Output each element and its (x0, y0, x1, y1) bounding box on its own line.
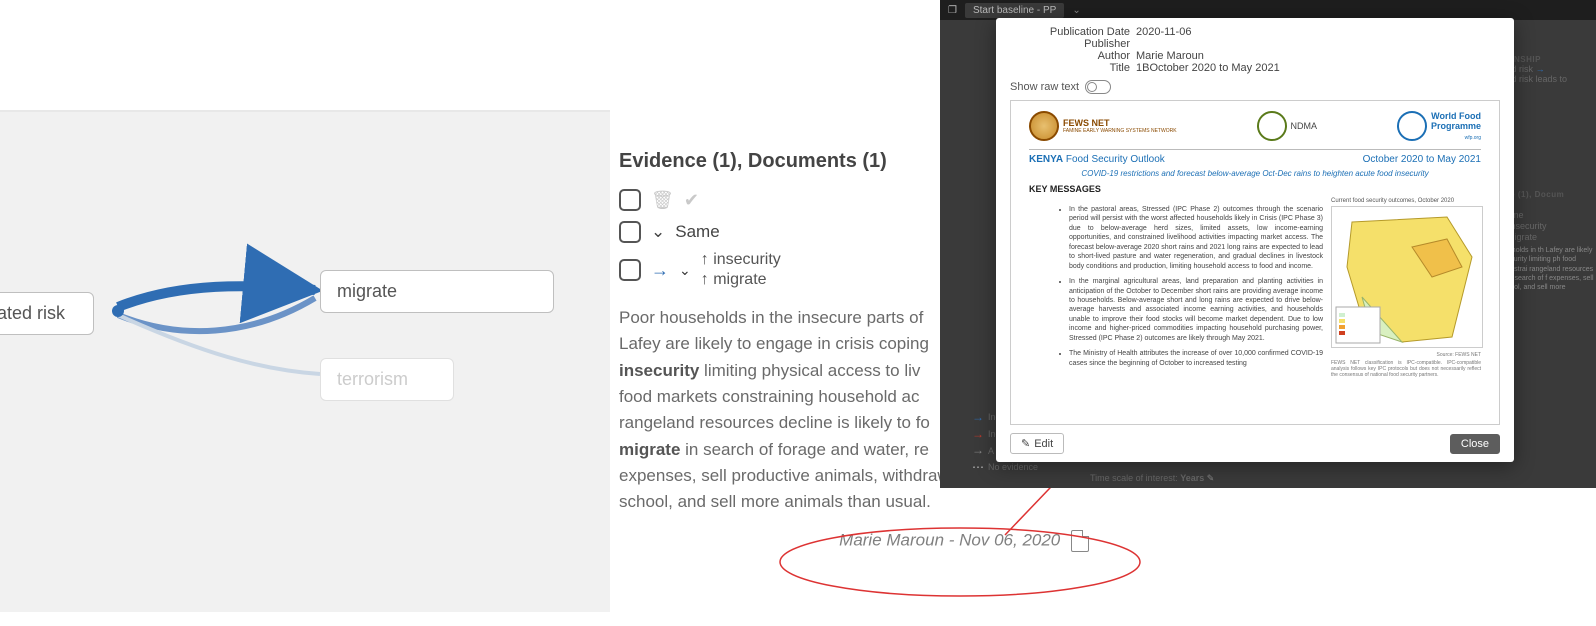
edit-button[interactable]: ✎Edit (1010, 433, 1064, 454)
key-messages-heading: KEY MESSAGES (1011, 184, 1499, 194)
node-label: egated risk (0, 303, 65, 323)
document-modal: Publication Date 2020-11-06 Publisher Aut… (996, 18, 1514, 462)
trash-icon[interactable]: 🗑 (651, 190, 674, 211)
chevron-down-icon[interactable]: ⌄ (651, 222, 665, 242)
checkbox-select-all[interactable] (619, 189, 641, 211)
relation-arrow-icon: → (651, 260, 669, 281)
map-figure: Current food security outcomes, October … (1331, 198, 1481, 381)
wfp-logo: World FoodProgrammewfp.org (1397, 111, 1481, 141)
layers-icon: ❐ (948, 5, 957, 16)
map-caption: Current food security outcomes, October … (1331, 198, 1481, 204)
close-button[interactable]: Close (1450, 434, 1500, 454)
graph-edges (0, 112, 610, 612)
key-message-item: In the marginal agricultural areas, land… (1069, 277, 1323, 343)
indicator-migrate: migrate (701, 271, 781, 289)
meta-value: 2020-11-06 (1136, 26, 1191, 38)
node-label: terrorism (337, 369, 408, 389)
checkbox-item[interactable] (619, 259, 641, 281)
meta-label: Publisher (1010, 38, 1130, 50)
document-metadata: Publication Date 2020-11-06 Publisher Aut… (996, 18, 1514, 78)
graph-node-terrorism[interactable]: terrorism (320, 358, 454, 401)
pencil-icon[interactable]: ✎ (1207, 473, 1215, 483)
app-tab[interactable]: Start baseline - PP (965, 3, 1064, 18)
graph-node-migrate[interactable]: migrate (320, 270, 554, 313)
indicator-insecurity: insecurity (701, 251, 781, 269)
show-raw-text-toggle[interactable] (1085, 80, 1111, 94)
chevron-down-icon[interactable]: ⌄ (679, 262, 691, 279)
key-message-item: The Ministry of Health attributes the in… (1069, 349, 1323, 368)
key-messages-list: In the pastoral areas, Stressed (IPC Pha… (1029, 205, 1323, 374)
pencil-icon: ✎ (1021, 437, 1030, 450)
key-message-item: In the pastoral areas, Stressed (IPC Pha… (1069, 205, 1323, 271)
doc-title-bar: KENYA Food Security Outlook October 2020… (1011, 152, 1499, 167)
meta-label: Title (1010, 62, 1130, 74)
doc-subtitle: COVID-19 restrictions and forecast below… (1011, 167, 1499, 184)
app-window: ❐ Start baseline - PP ⌄ RELATIONSHIP ggr… (940, 0, 1596, 488)
meta-value: 1BOctober 2020 to May 2021 (1136, 62, 1280, 74)
graph-canvas[interactable]: egated risk migrate terrorism (0, 110, 610, 612)
meta-value: Marie Maroun (1136, 50, 1204, 62)
map-footnote: FEWS NET classification is IPC-compatibl… (1331, 360, 1481, 378)
document-icon[interactable] (1071, 530, 1089, 552)
ndma-logo: NDMA (1257, 111, 1318, 141)
meta-label: Author (1010, 50, 1130, 62)
node-label: migrate (337, 281, 397, 301)
chevron-down-icon[interactable]: ⌄ (1072, 5, 1080, 16)
meta-label: Publication Date (1010, 26, 1130, 38)
time-scale-control[interactable]: Time scale of interest: Years ✎ (1090, 473, 1214, 484)
document-preview[interactable]: FEWS NETFAMINE EARLY WARNING SYSTEMS NET… (1010, 100, 1500, 425)
group-label-same: Same (675, 222, 719, 242)
graph-node-aggregated-risk[interactable]: egated risk (0, 292, 94, 335)
show-raw-text-label: Show raw text (1010, 81, 1079, 93)
fews-net-logo: FEWS NETFAMINE EARLY WARNING SYSTEMS NET… (1029, 111, 1177, 141)
kenya-map (1331, 206, 1483, 348)
checkbox-group[interactable] (619, 221, 641, 243)
app-topbar: ❐ Start baseline - PP ⌄ (940, 0, 1596, 20)
check-circle-icon[interactable]: ✔ (684, 190, 699, 211)
map-source: Source: FEWS NET (1331, 352, 1481, 358)
evidence-attribution: Marie Maroun - Nov 06, 2020 (619, 530, 1089, 552)
